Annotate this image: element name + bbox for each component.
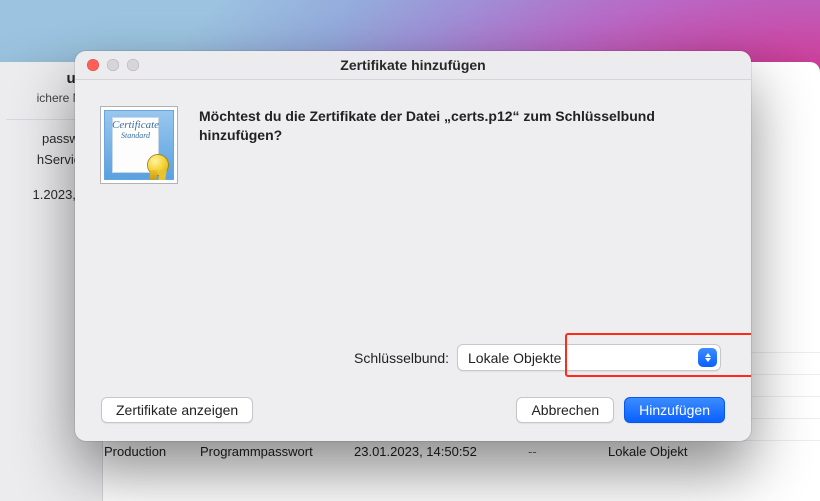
table-row[interactable]: Production Programmpasswort 23.01.2023, … [102, 440, 820, 462]
dialog-message: Möchtest du die Zertifikate der Datei „c… [199, 107, 679, 145]
keychain-select[interactable]: Lokale Objekte [457, 344, 721, 371]
show-certificates-button[interactable]: Zertifikate anzeigen [101, 397, 253, 423]
updown-caret-icon [698, 348, 717, 367]
seal-icon [148, 155, 168, 175]
dialog-content: Certificate Standard Möchtest du die Zer… [75, 79, 751, 441]
add-certificates-dialog: Zertifikate hinzufügen Certificate Stand… [75, 51, 751, 441]
certificate-icon: Certificate Standard [101, 107, 177, 183]
keychain-select-value: Lokale Objekte [468, 350, 561, 366]
dialog-title: Zertifikate hinzufügen [75, 57, 751, 73]
titlebar[interactable]: Zertifikate hinzufügen [75, 51, 751, 80]
cancel-button[interactable]: Abbrechen [516, 397, 614, 423]
add-button[interactable]: Hinzufügen [624, 397, 725, 423]
desktop: ung ichere Noti passwort hServices 1.202… [0, 0, 820, 501]
keychain-label: Schlüsselbund: [354, 350, 449, 366]
